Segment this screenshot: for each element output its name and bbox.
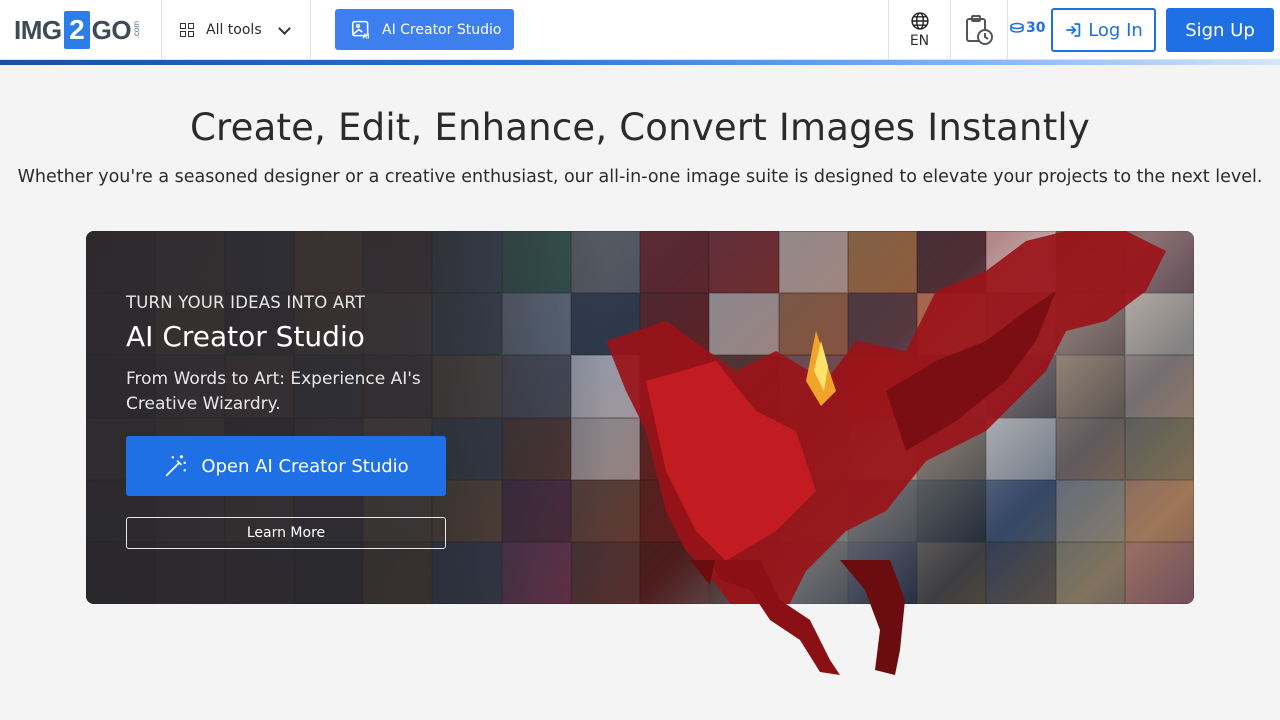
svg-text:AI: AI (362, 33, 369, 40)
banner-eyebrow: TURN YOUR IDEAS INTO ART (126, 293, 366, 312)
login-arrow-icon (1066, 23, 1081, 37)
chevron-down-icon (277, 21, 291, 35)
header-accent-bar (0, 60, 1280, 65)
globe-icon (910, 12, 929, 30)
logo-text-2: 2 (63, 11, 90, 49)
header-divider (1007, 0, 1008, 60)
open-ai-creator-studio-button[interactable]: Open AI Creator Studio (126, 436, 446, 496)
signup-button[interactable]: Sign Up (1166, 8, 1274, 52)
learn-more-label: Learn More (246, 525, 326, 541)
page-title: Create, Edit, Enhance, Convert Images In… (189, 106, 1090, 149)
language-selector[interactable]: EN (889, 0, 950, 60)
page-subtitle: Whether you're a seasoned designer or a … (17, 167, 1263, 187)
coins-icon (1010, 22, 1024, 33)
open-ai-creator-studio-label: Open AI Creator Studio (201, 455, 409, 477)
ai-creator-studio-label: AI Creator Studio (382, 21, 502, 38)
credits-counter[interactable]: 30 (1010, 20, 1045, 36)
banner-title: AI Creator Studio (126, 320, 365, 353)
logo-text-domain: .com (132, 21, 142, 39)
login-button[interactable]: Log In (1051, 8, 1156, 52)
img2go-logo[interactable]: IMG 2 GO .com (14, 10, 141, 50)
magic-wand-icon (165, 455, 187, 477)
ai-creator-studio-button[interactable]: AI AI Creator Studio (335, 9, 514, 50)
learn-more-button[interactable]: Learn More (126, 517, 446, 549)
language-label: EN (909, 33, 930, 49)
header-divider (161, 0, 162, 60)
credits-count: 30 (1026, 20, 1046, 36)
header-divider (310, 0, 311, 60)
banner-description: From Words to Art: Experience AI's Creat… (126, 369, 421, 414)
image-ai-icon: AI (351, 20, 369, 40)
all-tools-dropdown[interactable]: All tools (180, 18, 291, 42)
grid-icon (180, 23, 194, 37)
red-dragon-illustration (606, 231, 1166, 604)
login-label: Log In (1088, 19, 1143, 41)
signup-label: Sign Up (1185, 19, 1255, 41)
logo-text-img: IMG (14, 14, 62, 45)
top-navigation-bar: IMG 2 GO .com All tools AI AI Creator St… (0, 0, 1280, 60)
logo-text-go: GO (91, 14, 132, 45)
all-tools-label: All tools (206, 22, 262, 38)
history-button[interactable] (950, 0, 1008, 60)
dragon-tail-overflow (690, 560, 905, 675)
clipboard-clock-icon (966, 15, 993, 45)
